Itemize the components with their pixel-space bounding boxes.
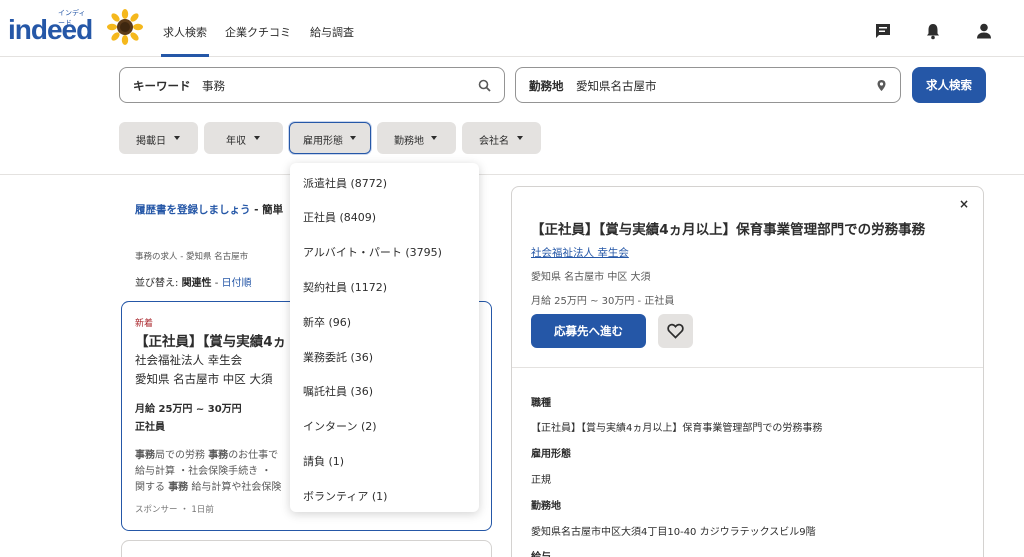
search-icon — [478, 79, 491, 92]
dropdown-option[interactable]: 正社員 (8409) — [303, 209, 376, 225]
filter-label: 年収 — [226, 136, 246, 147]
filter-label: 掲載日 — [136, 136, 166, 147]
detail-value: 愛知県名古屋市中区大須4丁目10-40 カジウラテックスビル9階 — [531, 527, 816, 538]
dropdown-option[interactable]: 新卒 (96) — [303, 314, 351, 330]
close-icon[interactable]: × — [959, 197, 969, 211]
nav-company-reviews[interactable]: 企業クチコミ — [225, 24, 291, 40]
filter-label: 雇用形態 — [303, 136, 343, 147]
search-button[interactable]: 求人検索 — [912, 67, 986, 103]
job-card-company: 社会福祉法人 幸生会 — [135, 353, 243, 367]
location-input[interactable]: 愛知県名古屋市 — [576, 78, 657, 94]
dropdown-option[interactable]: 契約社員 (1172) — [303, 279, 387, 295]
sort-options: 並び替え: 関連性 - 日付順 — [135, 274, 252, 289]
job-detail-panel: × 【正社員】【賞与実績4ヵ月以上】保育事業管理部門での労務事務 社会福祉法人 … — [511, 186, 984, 557]
location-search-field[interactable]: 勤務地 愛知県名古屋市 — [515, 67, 901, 103]
filter-location[interactable]: 勤務地 — [377, 122, 456, 154]
resume-promo-suffix: - 簡単 — [250, 204, 284, 216]
filter-date-posted[interactable]: 掲載日 — [119, 122, 198, 154]
search-breadcrumb: 事務の求人 - 愛知県 名古屋市 — [135, 252, 249, 262]
location-pin-icon — [877, 80, 886, 91]
detail-heading: 雇用形態 — [531, 449, 571, 460]
dropdown-option[interactable]: 請負 (1) — [303, 453, 344, 469]
sort-by-date-link[interactable]: 日付順 — [222, 278, 252, 289]
detail-heading: 給与 — [531, 548, 551, 557]
job-detail-location: 愛知県 名古屋市 中区 大須 — [531, 272, 651, 283]
account-icon[interactable] — [975, 22, 993, 40]
apply-button[interactable]: 応募先へ進む — [531, 314, 646, 348]
caret-down-icon — [174, 136, 180, 140]
heart-icon — [667, 323, 684, 339]
detail-heading: 職種 — [531, 398, 551, 409]
job-card-salary: 月給 25万円 ~ 30万円 — [135, 404, 242, 415]
detail-value: 正規 — [531, 475, 551, 486]
resume-promo: 履歴書を登録しましょう - 簡単 — [135, 202, 283, 217]
section-divider — [0, 174, 1024, 175]
message-icon[interactable] — [874, 22, 892, 40]
job-card-location: 愛知県 名古屋市 中区 大須 — [135, 372, 273, 386]
keyword-search-field[interactable]: キーワード 事務 — [119, 67, 505, 103]
sort-prefix: 並び替え: — [135, 278, 182, 289]
caret-down-icon — [431, 136, 437, 140]
filter-salary[interactable]: 年収 — [204, 122, 283, 154]
detail-value: 【正社員】【賞与実績4ヵ月以上】保育事業管理部門での労務事務 — [531, 423, 823, 434]
sort-relevance[interactable]: 関連性 — [182, 278, 212, 289]
dropdown-option[interactable]: 嘱託社員 (36) — [303, 383, 373, 399]
save-job-button[interactable] — [658, 314, 693, 348]
filter-label: 会社名 — [479, 136, 509, 147]
job-detail-salary: 月給 25万円 ~ 30万円 - 正社員 — [531, 296, 675, 307]
keyword-label: キーワード — [133, 79, 191, 93]
sort-separator: - — [211, 278, 222, 289]
job-card-title[interactable]: 【正社員】【賞与実績4ヵ — [135, 330, 286, 350]
nav-job-search[interactable]: 求人検索 — [163, 24, 207, 40]
resume-register-link[interactable]: 履歴書を登録しましょう — [135, 204, 251, 216]
indeed-logo[interactable]: インディード indeed — [8, 8, 93, 45]
new-badge: 新着 — [135, 319, 154, 329]
nav-active-indicator — [161, 54, 209, 57]
dropdown-option[interactable]: 業務委託 (36) — [303, 349, 373, 365]
employment-type-dropdown: 派遣社員 (8772) 正社員 (8409) アルバイト・パート (3795) … — [290, 163, 479, 512]
dropdown-option[interactable]: インターン (2) — [303, 418, 377, 434]
logo-wordmark: indeed — [8, 14, 93, 45]
top-header: インディード indeed 求人検索 企業クチコミ 給与調査 — [0, 0, 1024, 57]
job-detail-company-link[interactable]: 社会福祉法人 幸生会 — [531, 245, 629, 260]
bell-icon[interactable] — [924, 22, 942, 40]
dropdown-option[interactable]: 派遣社員 (8772) — [303, 175, 387, 191]
job-card-snippet: 事務局での労務 事務のお仕事で 給与計算 ・社会保険手続き ・ 関する 事務 給… — [135, 450, 282, 493]
job-card-footer: スポンサー ・ 1日前 — [135, 505, 214, 515]
dropdown-option[interactable]: ボランティア (1) — [303, 488, 387, 504]
job-card[interactable] — [121, 540, 492, 557]
filter-employment-type[interactable]: 雇用形態 — [289, 122, 371, 154]
caret-down-icon — [254, 136, 260, 140]
dropdown-option[interactable]: アルバイト・パート (3795) — [303, 244, 442, 260]
sunflower-icon — [107, 9, 143, 45]
caret-down-icon — [350, 136, 356, 140]
caret-down-icon — [517, 136, 523, 140]
filter-company[interactable]: 会社名 — [462, 122, 541, 154]
job-detail-title: 【正社員】【賞与実績4ヵ月以上】保育事業管理部門での労務事務 — [531, 222, 926, 238]
panel-divider — [512, 367, 983, 368]
detail-heading: 勤務地 — [531, 501, 561, 512]
filter-label: 勤務地 — [394, 136, 424, 147]
location-label: 勤務地 — [529, 79, 564, 93]
nav-salary-research[interactable]: 給与調査 — [310, 24, 354, 40]
keyword-input[interactable]: 事務 — [202, 78, 225, 94]
job-card-type: 正社員 — [135, 422, 165, 433]
